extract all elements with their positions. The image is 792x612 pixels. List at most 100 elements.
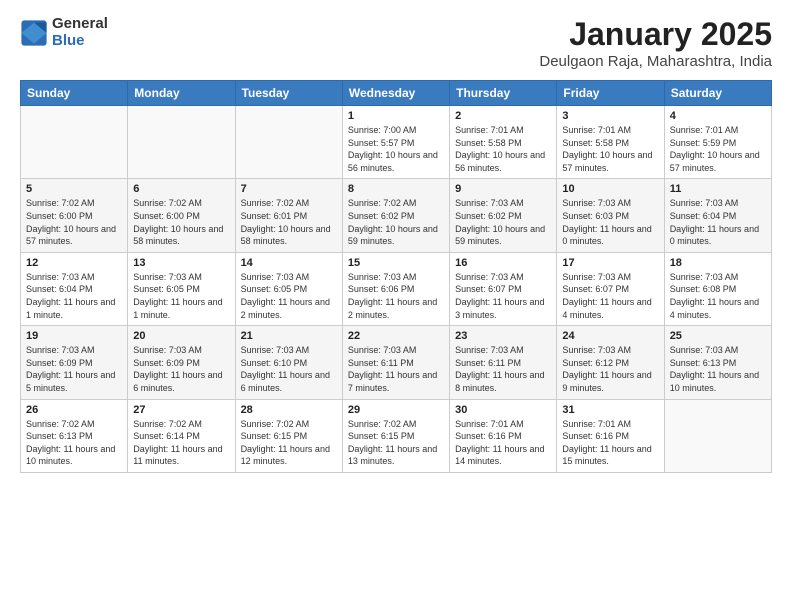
col-sunday: Sunday — [21, 81, 128, 106]
day-number: 3 — [562, 110, 658, 122]
day-info: Sunrise: 7:03 AM Sunset: 6:04 PM Dayligh… — [26, 271, 122, 321]
table-row: 23 Sunrise: 7:03 AM Sunset: 6:11 PM Dayli… — [450, 326, 557, 399]
table-row: 2 Sunrise: 7:01 AM Sunset: 5:58 PM Daylig… — [450, 106, 557, 179]
day-number: 17 — [562, 257, 658, 269]
day-info: Sunrise: 7:03 AM Sunset: 6:05 PM Dayligh… — [133, 271, 229, 321]
day-info: Sunrise: 7:03 AM Sunset: 6:09 PM Dayligh… — [133, 344, 229, 394]
day-info: Sunrise: 7:03 AM Sunset: 6:05 PM Dayligh… — [241, 271, 337, 321]
table-row: 3 Sunrise: 7:01 AM Sunset: 5:58 PM Daylig… — [557, 106, 664, 179]
table-row: 26 Sunrise: 7:02 AM Sunset: 6:13 PM Dayli… — [21, 399, 128, 472]
table-row: 4Sunrise: 7:01 AM Sunset: 5:59 PM Daylig… — [664, 106, 771, 179]
day-info: Sunrise: 7:03 AM Sunset: 6:11 PM Dayligh… — [348, 344, 444, 394]
day-info: Sunrise: 7:03 AM Sunset: 6:07 PM Dayligh… — [562, 271, 658, 321]
day-info: Sunrise: 7:03 AM Sunset: 6:03 PM Dayligh… — [562, 197, 658, 247]
calendar-title: January 2025 — [539, 16, 772, 53]
day-number: 7 — [241, 183, 337, 195]
table-row — [235, 106, 342, 179]
col-wednesday: Wednesday — [342, 81, 449, 106]
col-friday: Friday — [557, 81, 664, 106]
day-info: Sunrise: 7:03 AM Sunset: 6:08 PM Dayligh… — [670, 271, 766, 321]
day-number: 10 — [562, 183, 658, 195]
table-row: 1Sunrise: 7:00 AM Sunset: 5:57 PM Daylig… — [342, 106, 449, 179]
day-info: Sunrise: 7:03 AM Sunset: 6:07 PM Dayligh… — [455, 271, 551, 321]
table-row: 29Sunrise: 7:02 AM Sunset: 6:15 PM Dayli… — [342, 399, 449, 472]
table-row: 12 Sunrise: 7:03 AM Sunset: 6:04 PM Dayli… — [21, 252, 128, 325]
page: General Blue January 2025 Deulgaon Raja,… — [0, 0, 792, 489]
day-number: 28 — [241, 404, 337, 416]
day-info: Sunrise: 7:01 AM Sunset: 5:59 PM Dayligh… — [670, 124, 766, 174]
day-info: Sunrise: 7:02 AM Sunset: 6:02 PM Dayligh… — [348, 197, 444, 247]
table-row: 10 Sunrise: 7:03 AM Sunset: 6:03 PM Dayli… — [557, 179, 664, 252]
table-row: 7 Sunrise: 7:02 AM Sunset: 6:01 PM Daylig… — [235, 179, 342, 252]
table-row: 22 Sunrise: 7:03 AM Sunset: 6:11 PM Dayli… — [342, 326, 449, 399]
table-row: 16 Sunrise: 7:03 AM Sunset: 6:07 PM Dayli… — [450, 252, 557, 325]
day-number: 25 — [670, 330, 766, 342]
day-info: Sunrise: 7:03 AM Sunset: 6:13 PM Dayligh… — [670, 344, 766, 394]
day-number: 21 — [241, 330, 337, 342]
day-number: 22 — [348, 330, 444, 342]
day-info: Sunrise: 7:00 AM Sunset: 5:57 PM Dayligh… — [348, 124, 444, 174]
day-number: 24 — [562, 330, 658, 342]
table-row: 15 Sunrise: 7:03 AM Sunset: 6:06 PM Dayli… — [342, 252, 449, 325]
logo-blue-text: Blue — [52, 33, 108, 50]
day-info: Sunrise: 7:01 AM Sunset: 6:16 PM Dayligh… — [562, 418, 658, 468]
title-block: January 2025 Deulgaon Raja, Maharashtra,… — [539, 16, 772, 70]
calendar-week-row: 5 Sunrise: 7:02 AM Sunset: 6:00 PM Daylig… — [21, 179, 772, 252]
day-info: Sunrise: 7:02 AM Sunset: 6:01 PM Dayligh… — [241, 197, 337, 247]
calendar-week-row: 19 Sunrise: 7:03 AM Sunset: 6:09 PM Dayli… — [21, 326, 772, 399]
day-number: 29 — [348, 404, 444, 416]
day-number: 13 — [133, 257, 229, 269]
logo: General Blue — [20, 16, 108, 49]
day-info: Sunrise: 7:02 AM Sunset: 6:00 PM Dayligh… — [133, 197, 229, 247]
day-info: Sunrise: 7:02 AM Sunset: 6:13 PM Dayligh… — [26, 418, 122, 468]
table-row: 6Sunrise: 7:02 AM Sunset: 6:00 PM Daylig… — [128, 179, 235, 252]
col-thursday: Thursday — [450, 81, 557, 106]
table-row: 13 Sunrise: 7:03 AM Sunset: 6:05 PM Dayli… — [128, 252, 235, 325]
table-row: 14 Sunrise: 7:03 AM Sunset: 6:05 PM Dayli… — [235, 252, 342, 325]
day-info: Sunrise: 7:02 AM Sunset: 6:00 PM Dayligh… — [26, 197, 122, 247]
day-number: 23 — [455, 330, 551, 342]
table-row: 17 Sunrise: 7:03 AM Sunset: 6:07 PM Dayli… — [557, 252, 664, 325]
table-row — [21, 106, 128, 179]
col-tuesday: Tuesday — [235, 81, 342, 106]
calendar-week-row: 26 Sunrise: 7:02 AM Sunset: 6:13 PM Dayli… — [21, 399, 772, 472]
day-number: 8 — [348, 183, 444, 195]
day-number: 11 — [670, 183, 766, 195]
day-number: 9 — [455, 183, 551, 195]
table-row — [664, 399, 771, 472]
day-info: Sunrise: 7:01 AM Sunset: 6:16 PM Dayligh… — [455, 418, 551, 468]
day-number: 5 — [26, 183, 122, 195]
day-info: Sunrise: 7:03 AM Sunset: 6:09 PM Dayligh… — [26, 344, 122, 394]
calendar-subtitle: Deulgaon Raja, Maharashtra, India — [539, 53, 772, 70]
table-row: 28 Sunrise: 7:02 AM Sunset: 6:15 PM Dayli… — [235, 399, 342, 472]
table-row: 9 Sunrise: 7:03 AM Sunset: 6:02 PM Daylig… — [450, 179, 557, 252]
table-row: 19 Sunrise: 7:03 AM Sunset: 6:09 PM Dayli… — [21, 326, 128, 399]
day-info: Sunrise: 7:01 AM Sunset: 5:58 PM Dayligh… — [455, 124, 551, 174]
day-number: 16 — [455, 257, 551, 269]
table-row: 11Sunrise: 7:03 AM Sunset: 6:04 PM Dayli… — [664, 179, 771, 252]
table-row — [128, 106, 235, 179]
calendar-header-row: Sunday Monday Tuesday Wednesday Thursday… — [21, 81, 772, 106]
day-number: 15 — [348, 257, 444, 269]
day-number: 26 — [26, 404, 122, 416]
table-row: 31Sunrise: 7:01 AM Sunset: 6:16 PM Dayli… — [557, 399, 664, 472]
header: General Blue January 2025 Deulgaon Raja,… — [20, 16, 772, 70]
table-row: 5 Sunrise: 7:02 AM Sunset: 6:00 PM Daylig… — [21, 179, 128, 252]
day-number: 19 — [26, 330, 122, 342]
day-info: Sunrise: 7:02 AM Sunset: 6:14 PM Dayligh… — [133, 418, 229, 468]
day-number: 18 — [670, 257, 766, 269]
day-number: 27 — [133, 404, 229, 416]
table-row: 20Sunrise: 7:03 AM Sunset: 6:09 PM Dayli… — [128, 326, 235, 399]
day-info: Sunrise: 7:03 AM Sunset: 6:11 PM Dayligh… — [455, 344, 551, 394]
day-number: 2 — [455, 110, 551, 122]
day-number: 14 — [241, 257, 337, 269]
day-info: Sunrise: 7:01 AM Sunset: 5:58 PM Dayligh… — [562, 124, 658, 174]
table-row: 30Sunrise: 7:01 AM Sunset: 6:16 PM Dayli… — [450, 399, 557, 472]
day-info: Sunrise: 7:03 AM Sunset: 6:06 PM Dayligh… — [348, 271, 444, 321]
col-monday: Monday — [128, 81, 235, 106]
table-row: 18 Sunrise: 7:03 AM Sunset: 6:08 PM Dayli… — [664, 252, 771, 325]
day-info: Sunrise: 7:03 AM Sunset: 6:02 PM Dayligh… — [455, 197, 551, 247]
day-info: Sunrise: 7:03 AM Sunset: 6:10 PM Dayligh… — [241, 344, 337, 394]
day-number: 12 — [26, 257, 122, 269]
day-info: Sunrise: 7:02 AM Sunset: 6:15 PM Dayligh… — [241, 418, 337, 468]
